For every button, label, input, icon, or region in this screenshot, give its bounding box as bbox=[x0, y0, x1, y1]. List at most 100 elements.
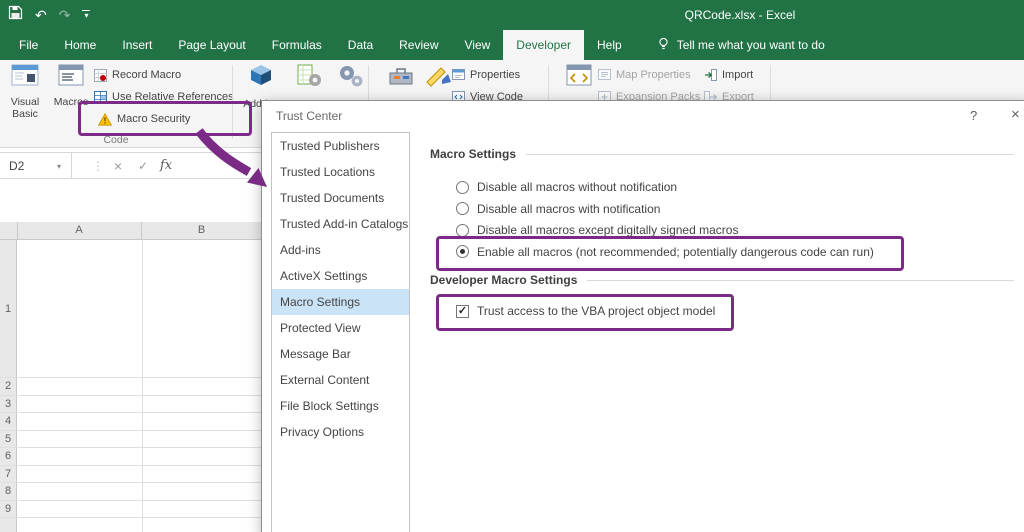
save-icon[interactable] bbox=[8, 5, 23, 25]
design-mode-icon bbox=[424, 62, 454, 95]
developer-macro-settings-heading: Developer Macro Settings bbox=[430, 273, 1014, 287]
properties-icon bbox=[452, 69, 465, 81]
radio-icon[interactable] bbox=[456, 202, 469, 215]
quick-access-toolbar: ↶ ↷ ▾ bbox=[8, 3, 91, 27]
dialog-help-icon[interactable]: ? bbox=[970, 108, 977, 123]
row-header[interactable] bbox=[0, 518, 17, 532]
add-ins-cube-icon bbox=[246, 62, 276, 95]
radio-icon[interactable] bbox=[456, 180, 469, 194]
column-header-a[interactable]: A bbox=[17, 222, 142, 239]
sidebar-item-file-block-settings[interactable]: File Block Settings bbox=[272, 393, 409, 419]
excel-add-ins-icon bbox=[294, 62, 324, 95]
gridline bbox=[142, 240, 143, 532]
lightbulb-icon bbox=[657, 37, 670, 54]
import-icon bbox=[704, 69, 717, 81]
sidebar-item-message-bar[interactable]: Message Bar bbox=[272, 341, 409, 367]
visual-basic-button[interactable]: Visual Basic bbox=[2, 62, 48, 120]
properties-label: Properties bbox=[470, 69, 521, 81]
macro-security-button[interactable]: Macro Security bbox=[98, 110, 190, 128]
titlebar: ↶ ↷ ▾ QRCode.xlsx - Excel bbox=[0, 0, 1024, 30]
source-button[interactable] bbox=[556, 62, 602, 95]
checkbox-icon-checked[interactable]: ✓ bbox=[456, 304, 469, 318]
tab-view[interactable]: View bbox=[452, 30, 504, 60]
window-title: QRCode.xlsx - Excel bbox=[684, 8, 796, 22]
cancel-entry-icon[interactable]: × bbox=[114, 153, 122, 178]
tab-data[interactable]: Data bbox=[335, 30, 386, 60]
name-box-value: D2 bbox=[9, 158, 25, 173]
radio-label: Enable all macros (not recommended; pote… bbox=[477, 244, 874, 259]
com-add-ins-gears-icon bbox=[336, 62, 366, 95]
macro-settings-heading: Macro Settings bbox=[430, 147, 1014, 161]
map-properties-button[interactable]: Map Properties bbox=[598, 66, 691, 84]
tab-developer[interactable]: Developer bbox=[503, 30, 584, 60]
column-header-b[interactable]: B bbox=[142, 222, 262, 239]
sidebar-item-macro-settings[interactable]: Macro Settings bbox=[272, 289, 409, 315]
dialog-close-icon[interactable]: × bbox=[1011, 106, 1020, 123]
radio-label: Disable all macros with notification bbox=[477, 201, 661, 216]
excel-add-ins-button[interactable] bbox=[286, 62, 332, 95]
row-header[interactable]: 1 bbox=[0, 240, 17, 377]
visual-basic-label: Visual Basic bbox=[10, 96, 40, 120]
map-properties-label: Map Properties bbox=[616, 69, 691, 81]
radio-icon[interactable] bbox=[456, 223, 469, 237]
relative-references-icon bbox=[94, 90, 107, 104]
sidebar-item-privacy-options[interactable]: Privacy Options bbox=[272, 419, 409, 445]
properties-button[interactable]: Properties bbox=[452, 66, 520, 84]
undo-icon[interactable]: ↶ bbox=[35, 8, 47, 22]
select-all-corner[interactable] bbox=[0, 222, 18, 239]
import-button[interactable]: Import bbox=[704, 66, 753, 84]
macro-settings-panel: Macro Settings Disable all macros withou… bbox=[422, 133, 1016, 532]
name-box-caret-icon[interactable]: ▾ bbox=[57, 162, 61, 171]
checkbox-trust-vba-access[interactable]: ✓ Trust access to the VBA project object… bbox=[456, 302, 715, 320]
toolbox-icon bbox=[386, 62, 416, 95]
enter-entry-icon[interactable]: ✓ bbox=[138, 153, 148, 178]
macro-security-label: Macro Security bbox=[117, 113, 191, 125]
radio-disable-except-signed[interactable]: Disable all macros except digitally sign… bbox=[456, 221, 738, 239]
use-relative-references-label: Use Relative References bbox=[112, 91, 234, 103]
warning-icon bbox=[98, 112, 112, 126]
tab-review[interactable]: Review bbox=[386, 30, 451, 60]
tab-file[interactable]: File bbox=[6, 30, 51, 60]
radio-label: Disable all macros without notification bbox=[477, 180, 678, 194]
radio-disable-all-without-notification[interactable]: Disable all macros without notification bbox=[456, 178, 677, 196]
sidebar-item-external-content[interactable]: External Content bbox=[272, 367, 409, 393]
record-macro-icon bbox=[94, 68, 107, 82]
sidebar-item-trusted-locations[interactable]: Trusted Locations bbox=[272, 159, 409, 185]
record-macro-button[interactable]: Record Macro bbox=[94, 66, 181, 84]
customize-qat-icon[interactable]: ▾ bbox=[82, 10, 91, 20]
sidebar-item-protected-view[interactable]: Protected View bbox=[272, 315, 409, 341]
sidebar-item-trusted-add-in-catalogs[interactable]: Trusted Add-in Catalogs bbox=[272, 211, 409, 237]
row-header[interactable]: 6 bbox=[0, 448, 17, 465]
tab-page-layout[interactable]: Page Layout bbox=[165, 30, 258, 60]
dialog-title: Trust Center bbox=[276, 109, 343, 123]
name-box[interactable]: D2 ▾ bbox=[0, 153, 72, 178]
insert-function-icon[interactable]: fx bbox=[160, 153, 172, 178]
radio-label: Disable all macros except digitally sign… bbox=[477, 223, 739, 237]
sidebar-item-trusted-documents[interactable]: Trusted Documents bbox=[272, 185, 409, 211]
checkbox-label: Trust access to the VBA project object m… bbox=[477, 304, 716, 318]
row-header[interactable]: 2 bbox=[0, 378, 17, 395]
macros-button[interactable]: Macros bbox=[48, 62, 94, 108]
tab-formulas[interactable]: Formulas bbox=[259, 30, 335, 60]
row-header[interactable]: 9 bbox=[0, 500, 17, 517]
tab-home[interactable]: Home bbox=[51, 30, 109, 60]
sidebar-item-trusted-publishers[interactable]: Trusted Publishers bbox=[272, 133, 409, 159]
tell-me-box[interactable]: Tell me what you want to do bbox=[657, 30, 825, 60]
row-header[interactable]: 7 bbox=[0, 465, 17, 482]
tab-help[interactable]: Help bbox=[584, 30, 635, 60]
redo-icon[interactable]: ↷ bbox=[59, 8, 71, 22]
sidebar-item-activex-settings[interactable]: ActiveX Settings bbox=[272, 263, 409, 289]
radio-enable-all-macros[interactable]: Enable all macros (not recommended; pote… bbox=[456, 243, 874, 261]
row-header[interactable]: 4 bbox=[0, 413, 17, 430]
row-header[interactable]: 8 bbox=[0, 483, 17, 500]
radio-icon-selected[interactable] bbox=[456, 245, 469, 258]
xml-source-icon bbox=[564, 62, 594, 95]
trust-center-sidebar: Trusted Publishers Trusted Locations Tru… bbox=[271, 132, 410, 532]
radio-disable-all-with-notification[interactable]: Disable all macros with notification bbox=[456, 200, 660, 218]
row-header[interactable]: 3 bbox=[0, 395, 17, 412]
use-relative-references-button[interactable]: Use Relative References bbox=[94, 88, 234, 106]
sidebar-item-add-ins[interactable]: Add-ins bbox=[272, 237, 409, 263]
tab-insert[interactable]: Insert bbox=[109, 30, 165, 60]
row-header[interactable]: 5 bbox=[0, 430, 17, 447]
excel-window: ↶ ↷ ▾ QRCode.xlsx - Excel File Home Inse… bbox=[0, 0, 1024, 532]
